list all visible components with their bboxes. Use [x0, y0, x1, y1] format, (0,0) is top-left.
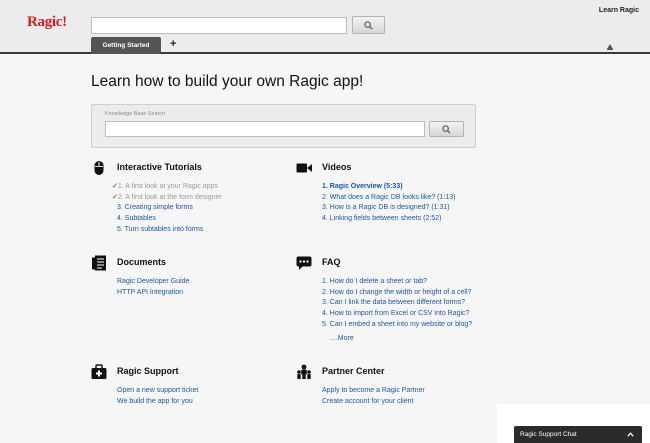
tutorial-item[interactable]: 3. Creating simple forms — [117, 203, 222, 214]
video-item[interactable]: 4. Linking fields between sheets (2:52) — [322, 214, 455, 225]
chat-label: Ragic Support Chat — [520, 431, 577, 438]
partner-link[interactable]: Apply to become a Ragic Partner — [322, 386, 425, 397]
tutorial-item[interactable]: ✓2. A first look at the form designer — [112, 193, 222, 204]
kb-search-button[interactable] — [429, 121, 464, 137]
support-link[interactable]: Open a new support ticket — [117, 386, 198, 397]
section-title: FAQ — [322, 257, 341, 267]
video-camera-icon — [296, 163, 312, 173]
faq-more-link[interactable]: ....More — [322, 334, 472, 345]
tutorial-list: ✓1. A first look at your Ragic apps ✓2. … — [112, 182, 222, 236]
support-list: Open a new support ticket We build the a… — [117, 386, 198, 407]
section-title: Interactive Tutorials — [117, 162, 202, 172]
top-header: Ragic! Learn Ragic Getting Started + — [0, 0, 650, 54]
documents-list: Ragic Developer Guide HTTP API Integrati… — [117, 277, 189, 298]
document-link[interactable]: Ragic Developer Guide — [117, 277, 189, 288]
section-title: Documents — [117, 257, 167, 267]
chevron-up-icon[interactable] — [627, 432, 634, 437]
video-item[interactable]: 1. Ragic Overview (5:33) — [322, 182, 455, 193]
tutorial-item[interactable]: 5. Turn subtables into forms — [117, 225, 222, 236]
faq-item[interactable]: 4. How to import from Excel or CSV into … — [322, 309, 472, 320]
documents-icon — [92, 255, 106, 271]
section-title: Ragic Support — [117, 366, 179, 376]
video-list: 1. Ragic Overview (5:33) 2. What does a … — [322, 182, 455, 225]
add-tab-button[interactable]: + — [170, 38, 176, 50]
global-search-button[interactable] — [352, 16, 385, 34]
learn-ragic-link[interactable]: Learn Ragic — [599, 7, 639, 14]
global-search-input[interactable] — [91, 17, 347, 34]
page-title: Learn how to build your own Ragic app! — [91, 73, 364, 90]
faq-list: 1. How do I delete a sheet or tab? 2. Ho… — [322, 277, 472, 344]
mouse-icon — [94, 161, 104, 175]
faq-item[interactable]: 2. How do I change the width or height o… — [322, 288, 472, 299]
video-item[interactable]: 3. How is a Ragic DB is designed? (1:31) — [322, 203, 455, 214]
partner-link[interactable]: Create account for your client — [322, 397, 425, 408]
tab-scroll-up-icon[interactable] — [607, 44, 613, 50]
support-link[interactable]: We build the app for you — [117, 397, 198, 408]
partner-list: Apply to become a Ragic Partner Create a… — [322, 386, 425, 407]
speech-bubble-icon — [296, 256, 312, 270]
section-title: Partner Center — [322, 366, 385, 376]
magnifier-icon — [364, 20, 373, 30]
first-aid-kit-icon — [91, 364, 107, 379]
document-link[interactable]: HTTP API Integration — [117, 288, 189, 299]
section-title: Videos — [322, 162, 352, 172]
tab-getting-started[interactable]: Getting Started — [91, 37, 161, 54]
tutorial-item[interactable]: ✓1. A first look at your Ragic apps — [112, 182, 222, 193]
kb-search-label: Knowledge Base Search — [105, 111, 166, 117]
video-item[interactable]: 2. What does a Ragic DB looks like? (1:1… — [322, 193, 455, 204]
ragic-logo[interactable]: Ragic! — [27, 14, 67, 31]
magnifier-icon — [442, 124, 451, 134]
faq-item[interactable]: 5. Can I embed a sheet into my website o… — [322, 320, 472, 331]
partners-icon — [297, 364, 311, 379]
knowledge-base-search-panel: Knowledge Base Search — [91, 104, 476, 148]
tutorial-item[interactable]: 4. Subtables — [117, 214, 222, 225]
support-chat-bar[interactable]: Ragic Support Chat — [514, 426, 642, 443]
kb-search-input[interactable] — [105, 121, 425, 137]
faq-item[interactable]: 3. Can I link the data between different… — [322, 298, 472, 309]
faq-item[interactable]: 1. How do I delete a sheet or tab? — [322, 277, 472, 288]
